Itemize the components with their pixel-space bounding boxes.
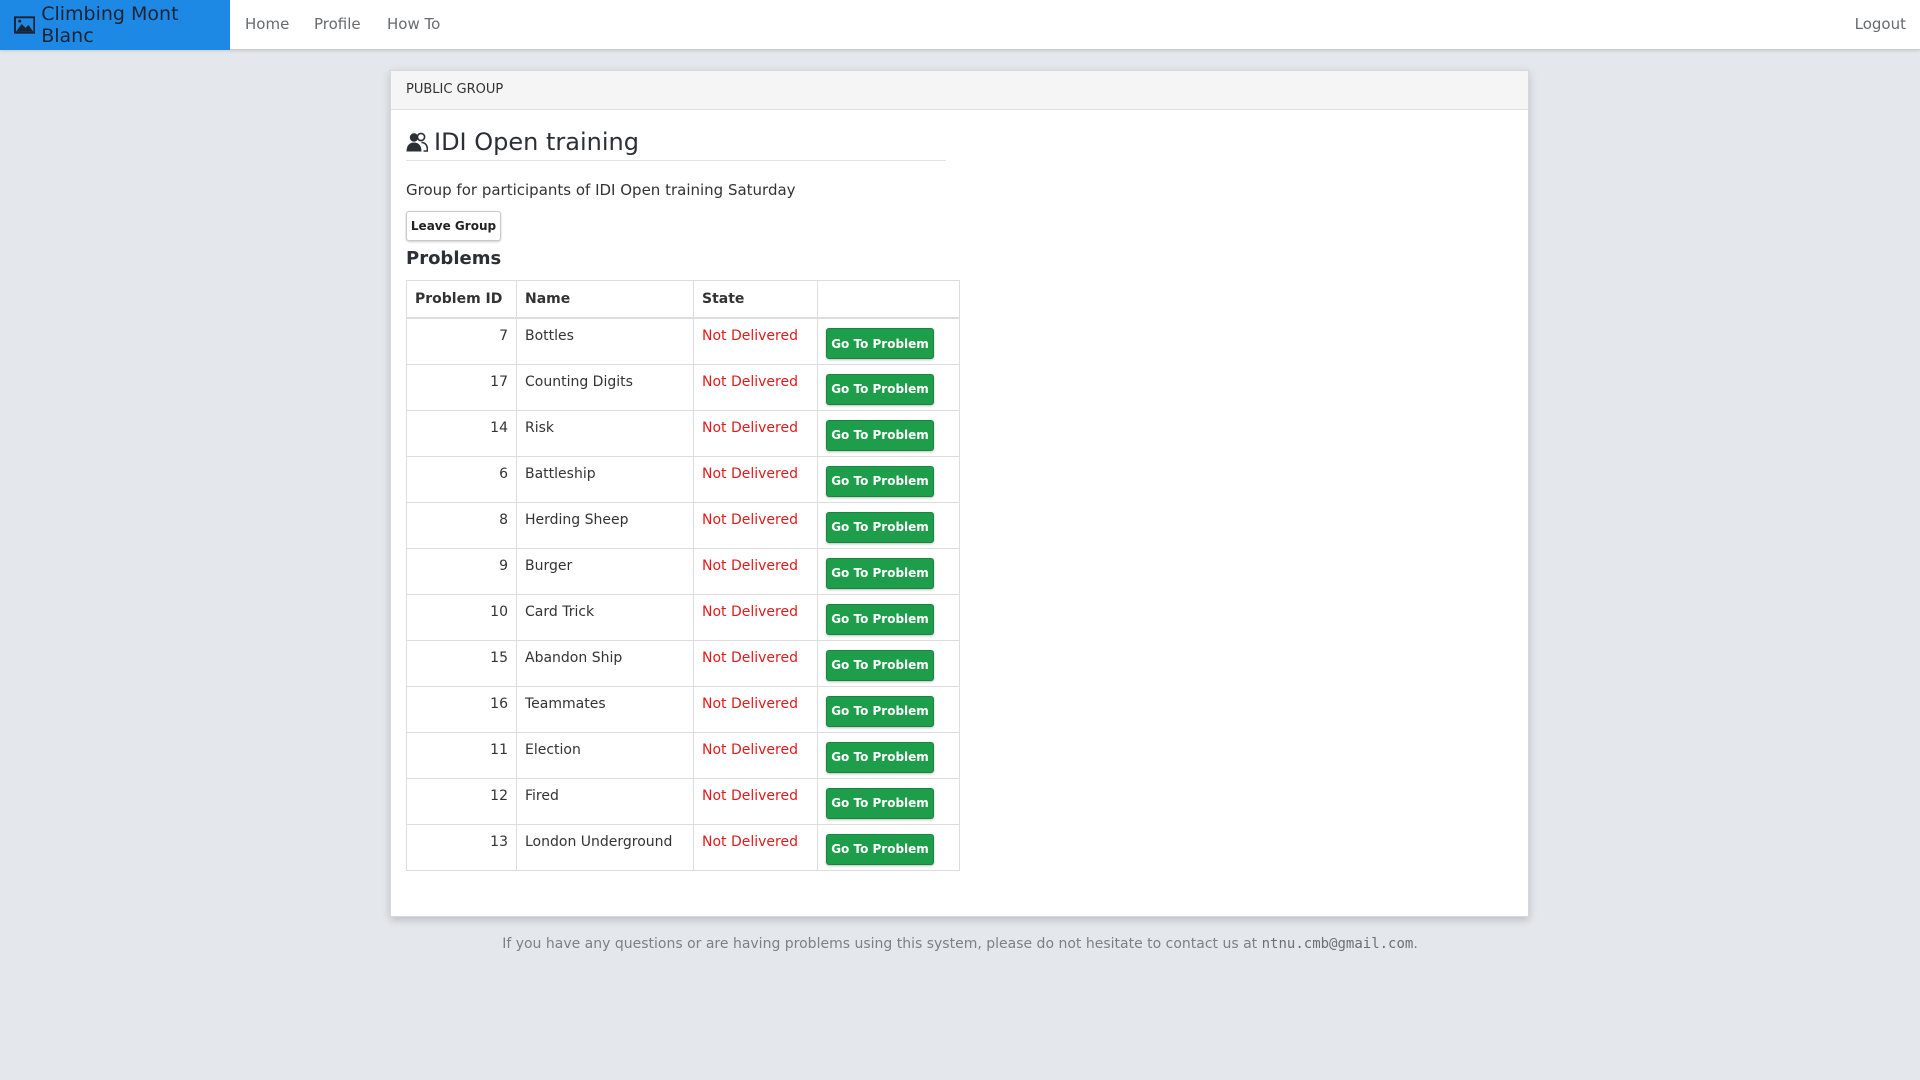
go-to-problem-button[interactable]: Go To Problem [826, 557, 934, 589]
go-to-problem-button[interactable]: Go To Problem [826, 465, 934, 497]
top-navbar: Climbing Mont Blanc Home Profile How To … [0, 0, 1920, 50]
problems-table: Problem ID Name State 7 Bottles Not Deli… [406, 280, 960, 871]
problem-id: 17 [406, 363, 517, 411]
nav-howto-link[interactable]: How To [387, 0, 440, 49]
table-row: 16 Teammates Not Delivered Go To Problem [406, 685, 960, 733]
go-to-problem-button[interactable]: Go To Problem [826, 741, 934, 773]
footer: If you have any questions or are having … [0, 936, 1920, 952]
problem-id: 9 [406, 547, 517, 595]
brand-link[interactable]: Climbing Mont Blanc [0, 0, 230, 50]
go-to-problem-button[interactable]: Go To Problem [826, 787, 934, 819]
table-row: 7 Bottles Not Delivered Go To Problem [406, 317, 960, 365]
go-to-problem-button[interactable]: Go To Problem [826, 373, 934, 405]
footer-end: . [1413, 936, 1418, 952]
problem-name: Card Trick [516, 593, 694, 641]
problem-name: Battleship [516, 455, 694, 503]
problem-name: Election [516, 731, 694, 779]
table-row: 9 Burger Not Delivered Go To Problem [406, 547, 960, 595]
group-title-text: IDI Open training [434, 128, 639, 156]
column-header-action [817, 280, 960, 319]
footer-email[interactable]: ntnu.cmb@gmail.com [1262, 936, 1414, 952]
image-icon [14, 16, 36, 34]
problem-name: Herding Sheep [516, 501, 694, 549]
brand-label: Climbing Mont Blanc [41, 3, 179, 47]
table-row: 12 Fired Not Delivered Go To Problem [406, 777, 960, 825]
go-to-problem-button[interactable]: Go To Problem [826, 695, 934, 727]
problem-id: 12 [406, 777, 517, 825]
panel-header: PUBLIC GROUP [391, 71, 1528, 110]
column-header-state: State [693, 280, 818, 319]
go-to-problem-button[interactable]: Go To Problem [826, 511, 934, 543]
problem-id: 7 [406, 317, 517, 365]
problem-id: 16 [406, 685, 517, 733]
group-panel: PUBLIC GROUP IDI Open training Group for… [390, 70, 1529, 917]
table-row: 10 Card Trick Not Delivered Go To Proble… [406, 593, 960, 641]
problem-name: Fired [516, 777, 694, 825]
problem-state: Not Delivered [702, 741, 798, 758]
nav-home-link[interactable]: Home [245, 0, 289, 49]
problem-state: Not Delivered [702, 511, 798, 528]
problem-state: Not Delivered [702, 373, 798, 390]
leave-group-button[interactable]: Leave Group [406, 211, 501, 241]
problem-state: Not Delivered [702, 695, 798, 712]
problem-state: Not Delivered [702, 419, 798, 436]
problem-name: Counting Digits [516, 363, 694, 411]
problem-state: Not Delivered [702, 603, 798, 620]
problems-heading: Problems [406, 248, 502, 269]
problem-id: 13 [406, 823, 517, 871]
table-row: 6 Battleship Not Delivered Go To Problem [406, 455, 960, 503]
table-header-row: Problem ID Name State [406, 280, 960, 319]
problem-state: Not Delivered [702, 649, 798, 666]
table-row: 8 Herding Sheep Not Delivered Go To Prob… [406, 501, 960, 549]
table-row: 17 Counting Digits Not Delivered Go To P… [406, 363, 960, 411]
problem-state: Not Delivered [702, 833, 798, 850]
problem-id: 15 [406, 639, 517, 687]
problem-state: Not Delivered [702, 787, 798, 804]
users-icon [406, 132, 428, 152]
column-header-name: Name [516, 280, 694, 319]
group-title: IDI Open training [406, 128, 946, 161]
group-description: Group for participants of IDI Open train… [406, 181, 796, 199]
go-to-problem-button[interactable]: Go To Problem [826, 419, 934, 451]
table-row: 11 Election Not Delivered Go To Problem [406, 731, 960, 779]
problem-id: 6 [406, 455, 517, 503]
problem-name: London Underground [516, 823, 694, 871]
go-to-problem-button[interactable]: Go To Problem [826, 328, 934, 359]
problem-name: Risk [516, 409, 694, 457]
problem-name: Teammates [516, 685, 694, 733]
problem-state: Not Delivered [702, 557, 798, 574]
go-to-problem-button[interactable]: Go To Problem [826, 649, 934, 681]
table-row: 13 London Underground Not Delivered Go T… [406, 823, 960, 871]
table-row: 14 Risk Not Delivered Go To Problem [406, 409, 960, 457]
problem-id: 10 [406, 593, 517, 641]
problem-name: Abandon Ship [516, 639, 694, 687]
problem-state: Not Delivered [702, 465, 798, 482]
nav-profile-link[interactable]: Profile [314, 0, 361, 49]
table-row: 15 Abandon Ship Not Delivered Go To Prob… [406, 639, 960, 687]
problem-name: Bottles [516, 317, 694, 365]
problem-name: Burger [516, 547, 694, 595]
column-header-problem-id: Problem ID [406, 280, 517, 319]
problem-id: 8 [406, 501, 517, 549]
problem-id: 14 [406, 409, 517, 457]
nav-logout-link[interactable]: Logout [1855, 0, 1906, 49]
problem-state: Not Delivered [702, 328, 798, 344]
footer-text: If you have any questions or are having … [502, 936, 1258, 952]
go-to-problem-button[interactable]: Go To Problem [826, 603, 934, 635]
go-to-problem-button[interactable]: Go To Problem [826, 833, 934, 865]
problem-id: 11 [406, 731, 517, 779]
